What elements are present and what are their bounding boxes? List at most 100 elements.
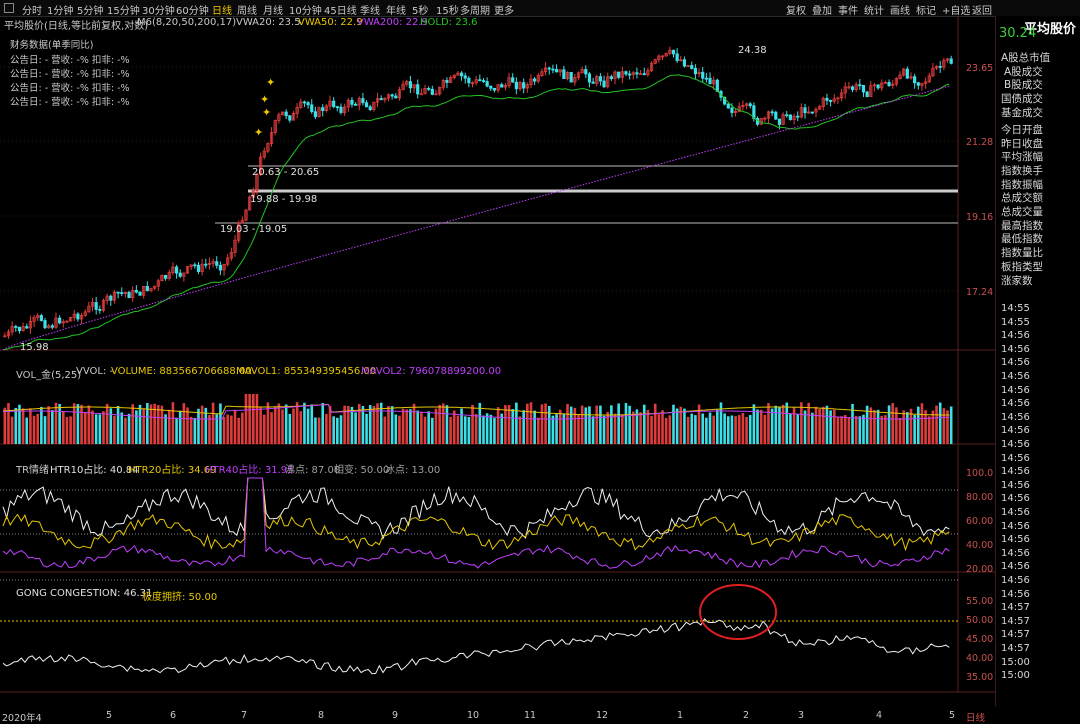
finance-row: 公告日: - 营收: -% 扣非: -% <box>10 69 130 80</box>
volume-bar <box>789 414 792 444</box>
xaxis-label: 4 <box>876 710 883 721</box>
toolbar-action[interactable]: 叠加 <box>812 2 832 17</box>
period-tab[interactable]: 15分钟 <box>107 2 140 17</box>
volume-bar <box>569 406 573 444</box>
volume-bar <box>796 414 800 444</box>
toolbar-action[interactable]: 复权 <box>786 2 806 17</box>
volume-bar <box>197 408 200 444</box>
volume-bar <box>189 416 193 444</box>
finance-row: 公告日: - 营收: -% 扣非: -% <box>10 83 130 94</box>
rp-time: 14:56 <box>1001 452 1030 464</box>
period-tab[interactable]: 1分钟 <box>47 2 73 17</box>
tr-line <box>2 477 950 552</box>
volume-bar <box>847 417 851 444</box>
volume-bar <box>770 408 774 444</box>
rp-time: 14:56 <box>1001 384 1030 396</box>
period-tab[interactable]: 60分钟 <box>176 2 209 17</box>
vwa20-label: VWA20: 23.5 <box>236 17 301 28</box>
volume-bar <box>916 406 920 444</box>
volume-bar <box>646 409 650 444</box>
toolbar-action[interactable]: 返回 <box>972 2 992 17</box>
butterfly-icon: ✦ <box>266 76 275 89</box>
volume-bar <box>175 417 178 444</box>
volume-bar <box>924 410 927 444</box>
volume-bar <box>511 409 515 444</box>
volume-bar <box>825 405 829 444</box>
volume-bar <box>814 406 818 444</box>
candle <box>478 79 482 82</box>
finance-row: 公告日: - 营收: -% 扣非: -% <box>10 97 130 108</box>
candle <box>949 58 953 64</box>
candle <box>138 291 142 296</box>
vol-title: VOL_金(5,25) <box>16 370 82 381</box>
volume-bar <box>493 417 496 444</box>
volume-bar <box>858 416 862 444</box>
rp-time: 14:56 <box>1001 547 1030 559</box>
volume-bar <box>500 413 504 444</box>
volume-bar <box>394 414 398 444</box>
period-tab[interactable]: 5秒 <box>412 2 428 17</box>
candle <box>492 87 497 91</box>
period-tab[interactable]: 5分钟 <box>77 2 103 17</box>
volume-bar <box>259 407 262 444</box>
volume-bar <box>226 414 230 444</box>
period-tab[interactable]: 45日线 <box>324 2 357 17</box>
volume-bar <box>54 402 58 444</box>
candle <box>865 91 869 97</box>
candle <box>306 102 310 106</box>
candle <box>850 86 855 90</box>
volume-bar <box>131 404 135 444</box>
candle <box>196 264 201 272</box>
period-tab[interactable]: 周线 <box>237 2 257 17</box>
htr10-label: HTR10占比: 40.84 <box>50 465 139 476</box>
toolbar-action[interactable]: 画线 <box>890 2 910 17</box>
candle <box>408 81 413 89</box>
candle <box>76 313 80 320</box>
xaxis-label: 5 <box>106 710 113 721</box>
rp-time: 14:57 <box>1001 615 1030 627</box>
xaxis-label: 12 <box>596 710 609 721</box>
menu-box-icon[interactable] <box>4 3 14 13</box>
period-tab[interactable]: 更多 <box>494 2 514 17</box>
period-tab[interactable]: 月线 <box>263 2 283 17</box>
volume-bar <box>91 410 94 444</box>
rp-time: 14:56 <box>1001 479 1030 491</box>
period-tab[interactable]: 年线 <box>386 2 406 17</box>
volume-bar <box>836 416 840 444</box>
candle <box>489 85 493 89</box>
volume-bar <box>127 413 131 444</box>
volume-bar <box>14 407 18 444</box>
candle <box>584 69 588 75</box>
period-tab[interactable]: 季线 <box>360 2 380 17</box>
volume-bar <box>230 415 233 444</box>
candle <box>39 315 43 321</box>
candle <box>690 65 694 69</box>
period-tab[interactable]: 日线 <box>212 2 232 17</box>
volume-bar <box>193 417 197 444</box>
candle <box>218 264 223 271</box>
toolbar-action[interactable]: 标记 <box>916 2 936 17</box>
xaxis-period-label: 日线 <box>966 713 986 724</box>
period-tab[interactable]: 分时 <box>22 2 42 17</box>
volume-bar <box>21 408 25 444</box>
volume-bar <box>178 410 182 444</box>
period-tab[interactable]: 30分钟 <box>142 2 175 17</box>
period-tab[interactable]: 多周期 <box>460 2 490 17</box>
candle <box>368 106 372 110</box>
toolbar-action[interactable]: 统计 <box>864 2 884 17</box>
candle <box>339 106 343 113</box>
volume-bar <box>200 405 204 444</box>
volume-bar <box>248 394 251 444</box>
volume-bar <box>222 416 226 444</box>
volume-bar <box>507 405 511 444</box>
toolbar-action[interactable]: 事件 <box>838 2 858 17</box>
candle <box>174 266 179 274</box>
period-tab[interactable]: 15秒 <box>436 2 459 17</box>
candle <box>675 53 679 62</box>
volume-bar <box>624 403 628 444</box>
period-tab[interactable]: 10分钟 <box>289 2 322 17</box>
xaxis-label: 5 <box>949 710 956 721</box>
toolbar-action[interactable]: +自选 <box>942 2 970 17</box>
tr-level: 40.00 <box>966 540 994 551</box>
volume-bar <box>763 414 767 444</box>
